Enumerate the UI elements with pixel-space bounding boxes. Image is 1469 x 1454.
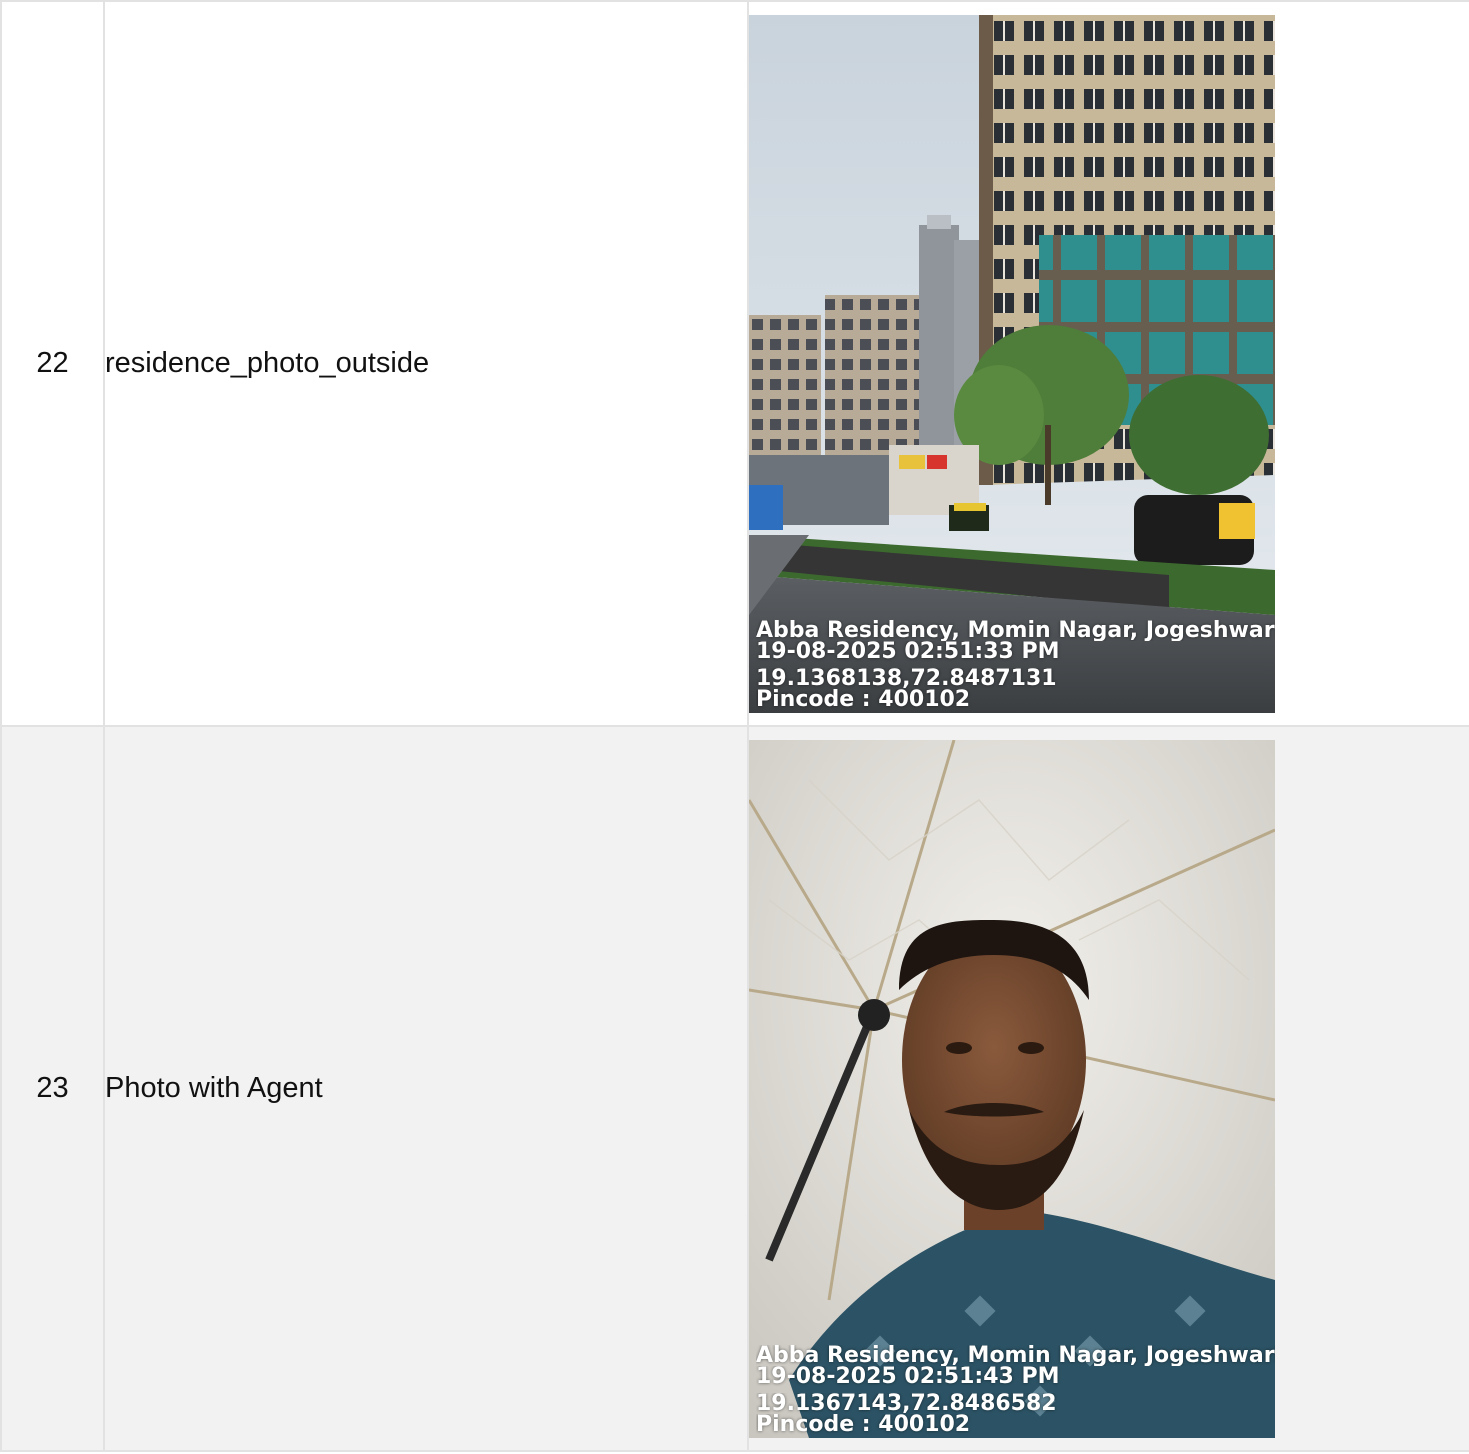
table-row: 23 Photo with Agent Abba Residency, Momi… (0, 725, 1469, 1452)
stamp-address: Abba Residency, Momin Nagar, Jogeshwari … (756, 1344, 1275, 1366)
photo-stamp: Abba Residency, Momin Nagar, Jogeshwari … (749, 1341, 1275, 1438)
photo-evidence-table: 22 residence_photo_outside Abba Residenc… (0, 0, 1469, 1452)
stamp-coordinates: 19.1368138,72.8487131 (756, 667, 1057, 689)
row-label: Photo with Agent (103, 725, 749, 1452)
stamp-coordinates: 19.1367143,72.8486582 (756, 1392, 1057, 1414)
agent-photo[interactable]: Abba Residency, Momin Nagar, Jogeshwari … (749, 739, 1275, 1438)
photo-cell: Abba Residency, Momin Nagar, Jogeshwari … (747, 0, 1469, 727)
stamp-pincode: Pincode : 400102 (756, 688, 971, 710)
stamp-address: Abba Residency, Momin Nagar, Jogeshwari … (756, 619, 1275, 641)
residence-photo[interactable]: Abba Residency, Momin Nagar, Jogeshwari … (749, 14, 1275, 713)
photo-stamp: Abba Residency, Momin Nagar, Jogeshwari … (749, 616, 1275, 713)
stamp-datetime: 19-08-2025 02:51:33 PM (756, 640, 1060, 662)
row-number: 23 (0, 725, 105, 1452)
agent-selfie-image (749, 739, 1275, 1438)
table-row: 22 residence_photo_outside Abba Residenc… (0, 0, 1469, 727)
photo-cell: Abba Residency, Momin Nagar, Jogeshwari … (747, 725, 1469, 1452)
stamp-pincode: Pincode : 400102 (756, 1413, 971, 1435)
row-label: residence_photo_outside (103, 0, 749, 727)
street-scene-image (749, 14, 1275, 713)
stamp-datetime: 19-08-2025 02:51:43 PM (756, 1365, 1060, 1387)
row-number: 22 (0, 0, 105, 727)
